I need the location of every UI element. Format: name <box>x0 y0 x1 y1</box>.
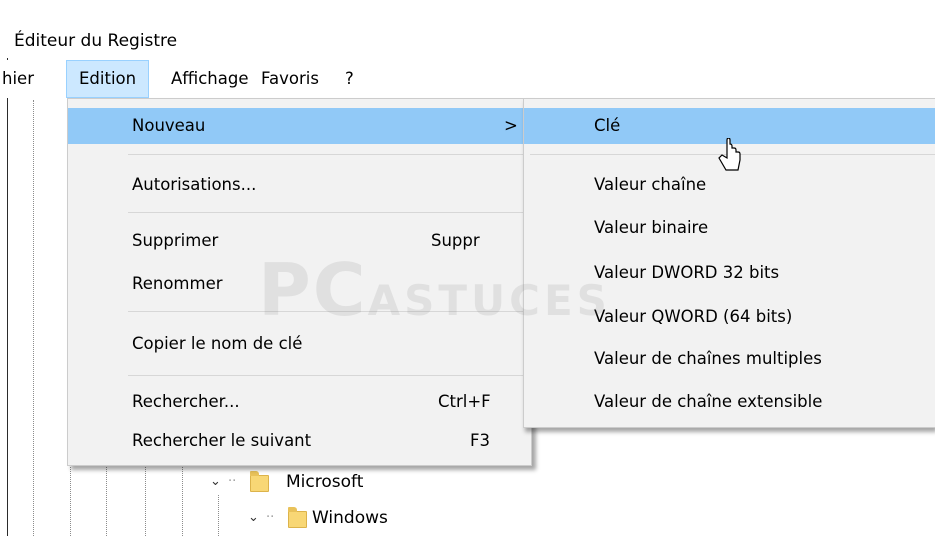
submenu-item-valeur-qword[interactable]: Valeur QWORD (64 bits) <box>524 299 935 335</box>
folder-icon <box>288 507 307 528</box>
menu-item-shortcut: F3 <box>470 431 490 450</box>
menu-item-label: Renommer <box>132 274 223 293</box>
menu-item-renommer[interactable]: Renommer <box>68 266 528 302</box>
menu-separator <box>128 311 528 312</box>
menu-item-label: Valeur DWORD 32 bits <box>594 263 780 282</box>
menu-item-label: Rechercher le suivant <box>132 431 312 450</box>
tree-guide-line <box>33 100 34 536</box>
edition-menu: Nouveau > Autorisations... Supprimer Sup… <box>67 98 532 466</box>
menu-item-rechercher-suivant[interactable]: Rechercher le suivant F3 <box>68 423 528 459</box>
menu-affichage[interactable]: Affichage <box>171 63 249 95</box>
submenu-item-valeur-chaines-multiples[interactable]: Valeur de chaînes multiples <box>524 341 935 377</box>
menu-bar: hier Edition Affichage Favoris ? <box>0 60 935 98</box>
tree-node-label: Microsoft <box>286 472 364 492</box>
window-title: Éditeur du Registre <box>14 31 178 51</box>
submenu-item-valeur-dword[interactable]: Valeur DWORD 32 bits <box>524 255 935 291</box>
menu-separator <box>128 375 528 376</box>
menu-item-label: Nouveau <box>132 116 206 135</box>
menu-item-copier-nom-cle[interactable]: Copier le nom de clé <box>68 326 528 362</box>
menu-item-label: Supprimer <box>132 231 219 250</box>
menu-item-label: Rechercher... <box>132 392 240 411</box>
menu-item-label: Valeur de chaîne extensible <box>594 392 823 411</box>
chevron-right-icon: > <box>504 116 518 135</box>
menu-item-label: Clé <box>594 116 621 135</box>
menu-item-autorisations[interactable]: Autorisations... <box>68 167 528 203</box>
tree-guide-line <box>182 455 183 536</box>
menu-item-nouveau[interactable]: Nouveau > <box>68 108 528 144</box>
menu-item-shortcut: Suppr <box>431 231 480 250</box>
submenu-item-valeur-chaine-extensible[interactable]: Valeur de chaîne extensible <box>524 384 935 420</box>
menu-help[interactable]: ? <box>345 63 354 95</box>
mouse-cursor-icon <box>718 138 741 171</box>
submenu-item-valeur-binaire[interactable]: Valeur binaire <box>524 210 935 246</box>
menu-item-supprimer[interactable]: Supprimer Suppr <box>68 223 528 259</box>
menu-separator <box>128 154 528 155</box>
menu-item-label: Valeur QWORD (64 bits) <box>594 307 793 326</box>
menu-favoris[interactable]: Favoris <box>261 63 319 95</box>
title-bar: Éditeur du Registre <box>0 0 935 58</box>
menu-fichier[interactable]: hier <box>2 63 34 95</box>
tree-node-label: Windows <box>312 508 388 528</box>
menu-item-label: Valeur de chaînes multiples <box>594 349 822 368</box>
chevron-down-icon[interactable]: ⌄ <box>210 467 221 497</box>
menu-item-rechercher[interactable]: Rechercher... Ctrl+F <box>68 384 528 420</box>
tree-guide-line <box>145 455 146 536</box>
menu-separator <box>128 212 528 213</box>
chevron-down-icon[interactable]: ⌄ <box>248 503 259 533</box>
dotted-connector: ·· <box>266 510 275 525</box>
menu-item-label: Valeur binaire <box>594 218 709 237</box>
tree-guide-line <box>218 495 219 536</box>
menu-item-shortcut: Ctrl+F <box>438 392 491 411</box>
menu-item-label: Autorisations... <box>132 175 257 194</box>
menu-item-label: Copier le nom de clé <box>132 334 303 353</box>
menu-edition[interactable]: Edition <box>66 60 150 98</box>
dotted-connector: ·· <box>228 474 237 489</box>
folder-icon <box>250 471 269 492</box>
menu-item-label: Valeur chaîne <box>594 175 707 194</box>
